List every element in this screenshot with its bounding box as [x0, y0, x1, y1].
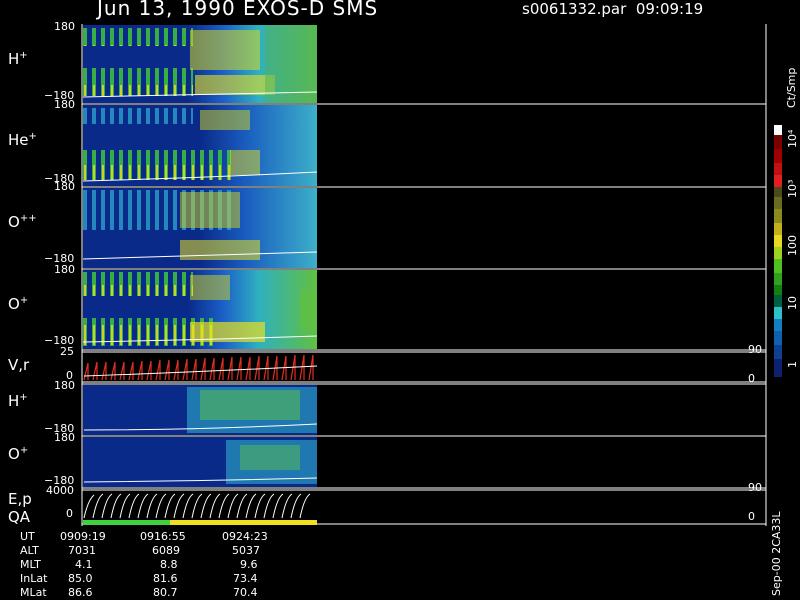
tick-180: 180 [54, 98, 75, 111]
cell-inlat-2: 73.4 [233, 572, 258, 585]
cell-alt-1: 6089 [152, 544, 180, 557]
cell-mlat-0: 86.6 [68, 586, 93, 599]
tick-180: 180 [54, 431, 75, 444]
cell-mlat-1: 80.7 [153, 586, 178, 599]
colorbar-label-100: 100 [786, 235, 799, 256]
qa-bar-caution [170, 520, 317, 525]
panel-label-o-plus-2: O+ [8, 445, 29, 463]
cell-ut-0: 0909:19 [60, 530, 106, 543]
cell-ut-2: 0924:23 [222, 530, 268, 543]
colorbar-unit: Ct/Smp [785, 67, 798, 108]
panel-velocity-trace [83, 354, 318, 381]
panel-h-plus-spectrogram [82, 25, 318, 103]
panel-label-o-plus-plus: O++ [8, 213, 37, 231]
panel-label-he-plus: He+ [8, 131, 37, 149]
colorbar-label-1: 1 [786, 361, 799, 368]
tick-25: 25 [60, 345, 74, 358]
orbit-info-table: UT 0909:19 0916:55 0924:23 ALT 7031 6089… [0, 528, 320, 600]
tick-180: 180 [54, 379, 75, 392]
row-label-mlt: MLT [20, 558, 41, 571]
panel-label-ep-qa: E,p QA [8, 490, 32, 526]
row-label-inlat: InLat [20, 572, 48, 585]
row-label-alt: ALT [20, 544, 39, 557]
right-tick-0: 0 [748, 510, 755, 523]
cell-alt-2: 5037 [232, 544, 260, 557]
cell-mlat-2: 70.4 [233, 586, 258, 599]
cell-mlt-0: 4.1 [75, 558, 93, 571]
right-tick-90: 90 [748, 343, 762, 356]
colorbar-label-1e3: 10³ [786, 179, 799, 198]
panel-label-h-plus-2: H+ [8, 392, 28, 410]
colorbar [774, 125, 782, 377]
cell-inlat-0: 85.0 [68, 572, 93, 585]
right-tick-90: 90 [748, 481, 762, 494]
panel-label-h-plus: H+ [8, 50, 28, 68]
tick-180: 180 [54, 20, 75, 33]
colorbar-label-1e4: 10⁴ [786, 129, 799, 148]
row-label-mlat: MLat [20, 586, 47, 599]
cell-mlt-1: 8.8 [160, 558, 178, 571]
tick-180: 180 [54, 180, 75, 193]
panel-o-plus-pitch-spectrogram [83, 437, 318, 487]
tick-4000: 4000 [46, 484, 74, 497]
panel-o-plus-plus-spectrogram [82, 188, 318, 268]
panel-o-plus-spectrogram [82, 270, 318, 349]
tick-180: 180 [54, 263, 75, 276]
row-label-ut: UT [20, 530, 35, 543]
cell-alt-0: 7031 [68, 544, 96, 557]
qa-bar-good [83, 520, 170, 525]
spectrogram-figure [81, 24, 782, 526]
panel-label-o-plus: O+ [8, 295, 29, 313]
tick-0: 0 [66, 507, 73, 520]
colorbar-label-10: 10 [786, 296, 799, 310]
cell-mlt-2: 9.6 [240, 558, 258, 571]
panel-he-plus-spectrogram [82, 105, 318, 186]
cell-ut-1: 0916:55 [140, 530, 186, 543]
version-stamp: Sep-00 2CA33L [770, 511, 783, 596]
panel-h-plus-pitch-spectrogram [83, 385, 318, 435]
cell-inlat-1: 81.6 [153, 572, 178, 585]
panel-label-vr: V,r [8, 356, 30, 374]
panel-energy-trace [83, 493, 317, 525]
right-tick-0: 0 [748, 372, 755, 385]
